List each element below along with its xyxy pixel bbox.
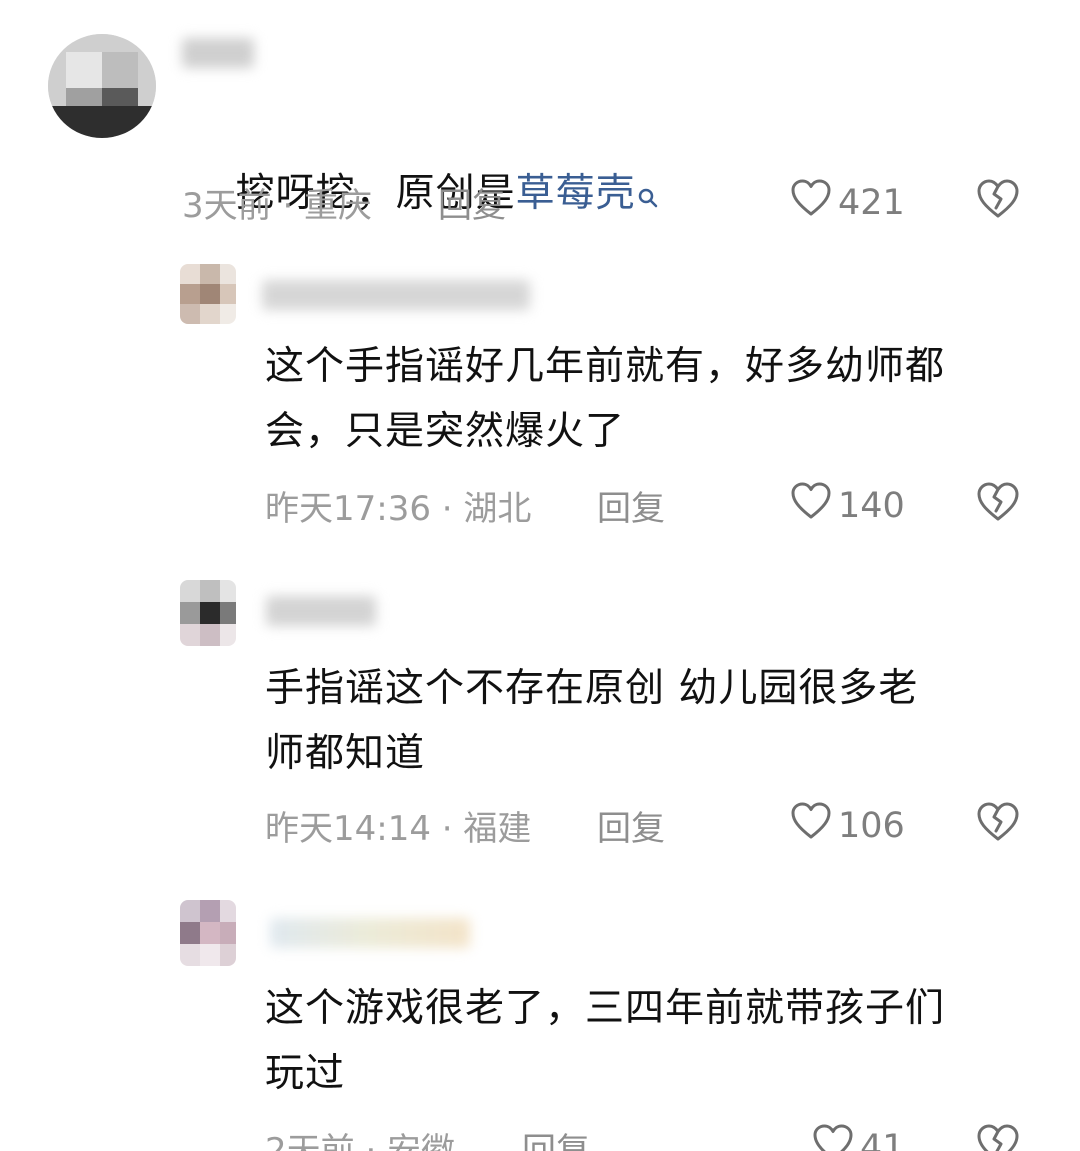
like-count: 140 bbox=[838, 485, 905, 526]
heart-outline-icon bbox=[790, 801, 838, 850]
dislike-button[interactable] bbox=[976, 481, 1020, 527]
reply-button[interactable]: 回复 bbox=[597, 481, 665, 530]
comment-3: 手指谣这个不存在原创 幼儿园很多老 师都知道 昨天14:14 · 福建 回复 1… bbox=[0, 560, 1080, 880]
broken-heart-icon bbox=[976, 802, 1020, 847]
heart-outline-icon bbox=[790, 481, 838, 530]
dislike-button[interactable] bbox=[976, 1123, 1020, 1151]
comment-text: 手指谣这个不存在原创 幼儿园很多老 师都知道 bbox=[265, 666, 919, 776]
like-count: 41 bbox=[860, 1127, 905, 1151]
keyword-link[interactable]: 草莓壳 bbox=[516, 171, 636, 216]
avatar[interactable] bbox=[180, 580, 236, 646]
like-button[interactable]: 421 bbox=[790, 178, 905, 227]
comment-meta: 2天前 · 安徽 bbox=[265, 1131, 456, 1151]
like-count: 106 bbox=[838, 805, 905, 846]
username[interactable] bbox=[262, 280, 530, 310]
comment-meta: 昨天17:36 · 湖北 bbox=[265, 489, 532, 529]
like-button[interactable]: 140 bbox=[790, 481, 905, 530]
comment-meta: 昨天14:14 · 福建 bbox=[265, 809, 532, 849]
comment-4: 这个游戏很老了，三四年前就带孩子们 玩过 2天前 · 安徽 回复 41 bbox=[0, 880, 1080, 1151]
avatar[interactable] bbox=[48, 34, 156, 138]
reply-button[interactable]: 回复 bbox=[597, 801, 665, 850]
like-count: 421 bbox=[838, 182, 905, 223]
avatar[interactable] bbox=[180, 900, 236, 966]
comment-text: 这个游戏很老了，三四年前就带孩子们 玩过 bbox=[265, 986, 946, 1096]
comment-2: 这个手指谣好几年前就有，好多幼师都 会，只是突然爆火了 昨天17:36 · 湖北… bbox=[0, 240, 1080, 560]
heart-outline-icon bbox=[812, 1123, 860, 1151]
dislike-button[interactable] bbox=[976, 178, 1020, 224]
comment-text: 这个手指谣好几年前就有，好多幼师都 会，只是突然爆火了 bbox=[265, 344, 946, 454]
avatar[interactable] bbox=[180, 264, 236, 324]
username[interactable] bbox=[182, 38, 254, 68]
search-icon[interactable] bbox=[638, 165, 658, 230]
comment-1: 挖呀挖，原创是草莓壳 3天前 · 重庆 回复 421 bbox=[0, 0, 1080, 240]
username[interactable] bbox=[266, 596, 376, 626]
reply-button[interactable]: 回复 bbox=[438, 178, 506, 227]
broken-heart-icon bbox=[976, 179, 1020, 224]
like-button[interactable]: 106 bbox=[790, 801, 905, 850]
heart-outline-icon bbox=[790, 178, 838, 227]
comment-meta: 3天前 · 重庆 bbox=[182, 186, 373, 226]
reply-button[interactable]: 回复 bbox=[522, 1123, 590, 1151]
like-button[interactable]: 41 bbox=[812, 1123, 905, 1151]
dislike-button[interactable] bbox=[976, 801, 1020, 847]
username[interactable] bbox=[270, 918, 470, 948]
broken-heart-icon bbox=[976, 482, 1020, 527]
